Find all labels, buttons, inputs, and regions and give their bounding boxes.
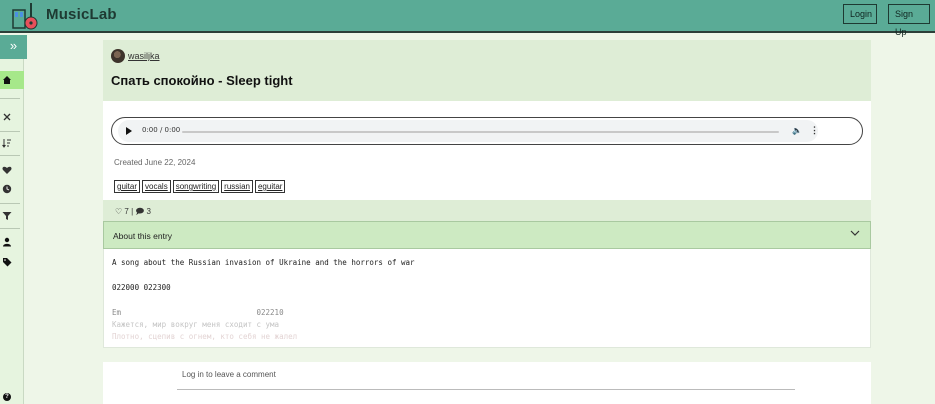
heart-icon[interactable] — [2, 165, 12, 175]
tag-songwriting[interactable]: songwriting — [172, 180, 220, 193]
home-icon — [3, 76, 11, 84]
tag-list: guitar vocals songwriting russian eguita… — [114, 180, 286, 193]
signup-button[interactable]: Sign Up — [888, 4, 930, 37]
chevron-down-icon — [850, 230, 860, 236]
volume-icon[interactable]: 🔈 — [792, 126, 802, 135]
sidebar-item-home[interactable] — [0, 71, 24, 89]
entry-description: A song about the Russian invasion of Ukr… — [103, 249, 871, 348]
sidebar-divider — [0, 98, 20, 99]
audio-player: 0:00 / 0:00 🔈 ⋮ — [111, 117, 863, 145]
about-entry-toggle[interactable]: About this entry — [103, 221, 871, 249]
sidebar-divider — [0, 155, 20, 156]
brand-name[interactable]: MusicLab — [46, 6, 117, 23]
sidebar-divider — [0, 228, 20, 229]
filter-icon[interactable] — [2, 211, 12, 221]
login-button[interactable]: Login — [843, 4, 877, 24]
comment-divider — [177, 389, 795, 390]
sort-icon[interactable] — [2, 138, 12, 148]
description-line: A song about the Russian invasion of Ukr… — [112, 258, 415, 267]
sidebar-divider — [0, 203, 20, 204]
guitar-logo-icon[interactable] — [10, 1, 40, 31]
tag-icon[interactable] — [2, 257, 12, 267]
entry-stats: ♡ 7 | 🗩 3 — [103, 200, 871, 221]
audio-controls: 0:00 / 0:00 🔈 ⋮ — [118, 120, 819, 142]
about-entry-label: About this entry — [113, 231, 173, 241]
comments-section: Log in to leave a comment — [103, 362, 871, 404]
description-line: Em 022210 — [112, 308, 284, 317]
entry-title: Спать спокойно - Sleep tight — [111, 73, 293, 88]
audio-seek-bar[interactable] — [182, 131, 779, 133]
tag-eguitar[interactable]: eguitar — [254, 180, 286, 193]
top-navbar: MusicLab Login Sign Up — [0, 0, 935, 37]
description-line: Плотно, сцепив с огнем, кто себя не жале… — [112, 332, 298, 341]
entry-header: wasiljka Спать спокойно - Sleep tight — [103, 40, 871, 101]
audio-time: 0:00 / 0:00 — [142, 126, 181, 134]
sidebar-divider — [0, 131, 20, 132]
avatar[interactable] — [111, 49, 125, 63]
tag-guitar[interactable]: guitar — [114, 180, 141, 193]
tag-vocals[interactable]: vocals — [142, 180, 171, 193]
user-icon[interactable] — [2, 237, 12, 247]
description-line: 022000 022300 — [112, 283, 171, 292]
entry-body: 0:00 / 0:00 🔈 ⋮ Created June 22, 2024 gu… — [103, 101, 871, 200]
expand-sidebar-button[interactable]: » — [0, 35, 27, 59]
close-icon[interactable] — [2, 112, 12, 122]
created-date: Created June 22, 2024 — [114, 158, 196, 167]
sidebar: » — [0, 35, 27, 404]
login-to-comment-link[interactable]: Log in to leave a comment — [182, 370, 276, 379]
clock-icon[interactable] — [2, 184, 12, 194]
tag-russian[interactable]: russian — [221, 180, 253, 193]
description-line: Кажется, мир вокруг меня сходит с ума — [112, 320, 280, 329]
username-link[interactable]: wasiljka — [128, 51, 160, 61]
more-options-icon[interactable]: ⋮ — [810, 125, 819, 136]
likes-comments-count[interactable]: ♡ 7 | 🗩 3 — [115, 206, 151, 220]
help-icon[interactable]: ? — [3, 393, 11, 401]
play-icon[interactable] — [126, 127, 132, 135]
